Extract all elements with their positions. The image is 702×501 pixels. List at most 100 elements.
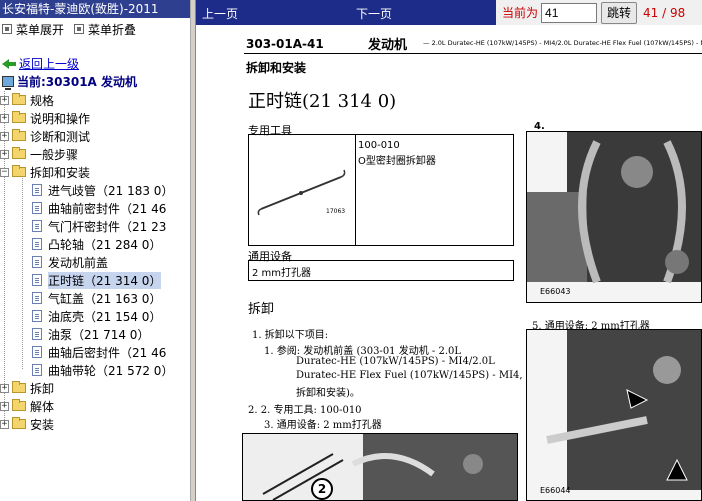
engine-illustration bbox=[262, 434, 517, 500]
current-location-label: 当前:30301A 发动机 bbox=[17, 75, 138, 89]
tree-folder-disassembly-removal[interactable]: + 拆卸 bbox=[0, 379, 54, 397]
step-3: 3. 通用设备: 2 mm打孔器 bbox=[264, 420, 382, 431]
tree-folder-label: 诊断和测试 bbox=[30, 129, 91, 144]
page-title: 正时链(21 314 0) bbox=[248, 91, 397, 112]
tree-doc-timing-chain[interactable]: 正时链（21 314 0） bbox=[32, 271, 162, 289]
menu-collapse-label: 菜单折叠 bbox=[88, 22, 137, 37]
procedure-illustration: 2 bbox=[242, 433, 518, 501]
tree-doc-label: 曲轴前密封件（21 46 bbox=[48, 201, 167, 216]
collapse-icon bbox=[74, 24, 85, 34]
menu-bar: 菜单展开 菜单折叠 bbox=[0, 18, 190, 40]
page-count: 41 / 98 bbox=[643, 5, 686, 20]
tree-doc-oil-pump[interactable]: 油泵（21 714 0） bbox=[32, 325, 149, 343]
tree-folder-disassembly[interactable]: + 解体 bbox=[0, 397, 54, 415]
figure-code: E66044 bbox=[540, 486, 571, 495]
tree-folder-diagnosis[interactable]: + 诊断和测试 bbox=[0, 127, 90, 145]
folder-icon bbox=[12, 147, 26, 159]
document-icon bbox=[32, 364, 42, 376]
tree-doc-camshaft[interactable]: 凸轮轴（21 284 0） bbox=[32, 235, 161, 253]
step-4-illustration bbox=[526, 131, 702, 303]
folder-icon bbox=[12, 399, 26, 411]
document-icon bbox=[32, 256, 42, 268]
document-icon bbox=[32, 328, 42, 340]
current-location: 当前:30301A 发动机 bbox=[2, 73, 137, 90]
back-link-label: 返回上一级 bbox=[19, 57, 80, 71]
tree-doc-crank-pulley[interactable]: 曲轴带轮（21 572 0） bbox=[32, 361, 173, 379]
step-1-substep-line: Duratec-HE (107kW/145PS) - MI4/2.0L bbox=[296, 356, 495, 367]
menu-expand-label: 菜单展开 bbox=[16, 22, 65, 37]
page-jump-control: 当前为 跳转 41 / 98 bbox=[496, 0, 702, 25]
tree-doc-label: 气门杆密封件（21 23 bbox=[48, 219, 167, 234]
expand-icon bbox=[2, 24, 12, 34]
tree-guide-line bbox=[22, 173, 23, 369]
timing-chain-illustration bbox=[527, 132, 701, 284]
expand-toggle-icon[interactable]: + bbox=[0, 419, 9, 429]
step-5-illustration bbox=[526, 329, 702, 501]
document-icon bbox=[32, 274, 42, 286]
tree-doc-intake-manifold[interactable]: 进气歧管（21 183 0） bbox=[32, 181, 173, 199]
tree-doc-engine-front-cover[interactable]: 发动机前盖 bbox=[32, 253, 108, 271]
back-link[interactable]: 返回上一级 bbox=[2, 55, 79, 72]
removal-heading: 拆卸 bbox=[248, 302, 275, 317]
computer-icon bbox=[2, 76, 14, 90]
app-title: 长安福特-蒙迪欧(致胜)-2011 bbox=[0, 0, 190, 18]
next-page-link[interactable]: 下一页 bbox=[356, 5, 392, 22]
prev-page-link[interactable]: 上一页 bbox=[202, 5, 238, 22]
step-2: 2. 2. 专用工具: 100-010 bbox=[248, 405, 362, 416]
expand-toggle-icon[interactable]: + bbox=[0, 149, 9, 159]
document-header-title: 发动机 bbox=[368, 38, 408, 53]
tree-doc-label: 正时链（21 314 0） bbox=[48, 271, 162, 289]
tree-doc-valve-stem-seal[interactable]: 气门杆密封件（21 23 bbox=[32, 217, 166, 235]
tree-folder-specs[interactable]: + 规格 bbox=[0, 91, 54, 109]
expand-toggle-icon[interactable]: + bbox=[0, 401, 9, 411]
collapse-toggle-icon[interactable]: − bbox=[0, 167, 9, 177]
tree-doc-crank-rear-seal[interactable]: 曲轴后密封件（21 46 bbox=[32, 343, 166, 361]
tree-folder-installation[interactable]: + 安装 bbox=[0, 415, 54, 433]
tree-folder-label: 规格 bbox=[30, 93, 55, 108]
expand-toggle-icon[interactable]: + bbox=[0, 131, 9, 141]
expand-toggle-icon[interactable]: + bbox=[0, 95, 9, 105]
section-heading: 拆卸和安装 bbox=[246, 61, 307, 75]
step-1-substep-line: 拆卸和安装)。 bbox=[296, 388, 360, 399]
document-icon bbox=[32, 238, 42, 250]
tree-folder-label: 安装 bbox=[30, 417, 55, 432]
tree-doc-label: 发动机前盖 bbox=[48, 255, 109, 270]
tree-folder-label: 一般步骤 bbox=[30, 147, 79, 162]
tree-doc-crank-front-seal[interactable]: 曲轴前密封件（21 46 bbox=[32, 199, 166, 217]
step-1-substep-line: Duratec-HE Flex Fuel (107kW/145PS) - MI4… bbox=[296, 370, 523, 381]
tree-doc-label: 凸轮轴（21 284 0） bbox=[48, 237, 162, 252]
tree-doc-label: 曲轴后密封件（21 46 bbox=[48, 345, 167, 360]
tree-folder-removal-installation[interactable]: − 拆卸和安装 bbox=[0, 163, 90, 181]
folder-icon bbox=[12, 93, 26, 105]
open-folder-icon bbox=[12, 165, 26, 177]
document-page: 303-01A-41 发动机 — 2.0L Duratec-HE (107kW/… bbox=[196, 25, 702, 501]
callout-number: 2 bbox=[311, 478, 333, 500]
tree-doc-label: 气缸盖（21 163 0） bbox=[48, 291, 162, 306]
page-number-input[interactable] bbox=[541, 2, 598, 23]
tree-doc-oil-pan[interactable]: 油底壳（21 154 0） bbox=[32, 307, 161, 325]
tree-doc-label: 进气歧管（21 183 0） bbox=[48, 183, 174, 198]
document-code: 303-01A-41 bbox=[246, 37, 324, 51]
expand-toggle-icon[interactable]: + bbox=[0, 383, 9, 393]
tree-doc-cylinder-head-cover[interactable]: 气缸盖（21 163 0） bbox=[32, 289, 161, 307]
figure-code: E66043 bbox=[540, 287, 571, 296]
tree-folder-description[interactable]: + 说明和操作 bbox=[0, 109, 90, 127]
equipment-item: 2 mm打孔器 bbox=[252, 268, 312, 279]
tree-folder-general-procedures[interactable]: + 一般步骤 bbox=[0, 145, 78, 163]
menu-collapse-button[interactable]: 菜单折叠 bbox=[74, 21, 136, 38]
tool-name: O型密封圈拆卸器 bbox=[358, 156, 436, 167]
document-icon bbox=[32, 346, 42, 358]
navigation-panel: 长安福特-蒙迪欧(致胜)-2011 菜单展开 菜单折叠 返回上一级 当前:303… bbox=[0, 0, 190, 501]
document-icon bbox=[32, 184, 42, 196]
folder-icon bbox=[12, 381, 26, 393]
step-1: 1. 拆卸以下项目: bbox=[252, 330, 329, 341]
table-divider bbox=[355, 135, 356, 245]
tool-code: 100-010 bbox=[358, 140, 400, 151]
tree-doc-label: 曲轴带轮（21 572 0） bbox=[48, 363, 174, 378]
tool-figure-number: 17063 bbox=[326, 208, 346, 215]
tree-folder-label: 说明和操作 bbox=[30, 111, 91, 126]
expand-toggle-icon[interactable]: + bbox=[0, 113, 9, 123]
go-button[interactable]: 跳转 bbox=[601, 1, 638, 24]
menu-expand-button[interactable]: 菜单展开 bbox=[2, 21, 64, 38]
document-icon bbox=[32, 202, 42, 214]
